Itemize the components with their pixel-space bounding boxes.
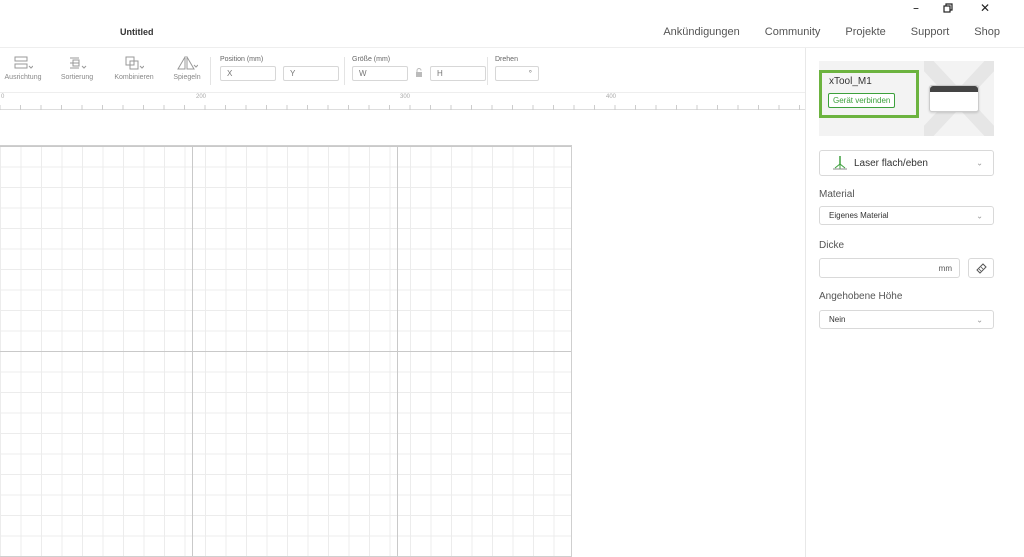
horizontal-ruler: 0 200 300 400 <box>0 93 805 110</box>
measure-icon <box>975 262 987 274</box>
measure-thickness-button[interactable] <box>968 258 994 278</box>
title-bar: – ✕ <box>0 0 1024 16</box>
nav-projects[interactable]: Projekte <box>845 26 885 38</box>
mirror-tool[interactable]: Spiegeln <box>168 52 206 81</box>
toolbar-divider <box>487 57 488 85</box>
raised-height-label: Angehobene Höhe <box>819 291 903 302</box>
ruler-label-400: 400 <box>606 94 617 100</box>
ruler-label-200: 200 <box>196 94 207 100</box>
close-icon[interactable]: ✕ <box>970 0 1000 16</box>
toolbar-divider <box>344 57 345 85</box>
chevron-down-icon: ⌄ <box>976 315 983 324</box>
position-x-input[interactable] <box>220 66 276 81</box>
position-group: Position (mm) <box>220 56 339 81</box>
ruler-label-300: 300 <box>400 94 411 100</box>
rotate-group: Drehen <box>495 56 539 81</box>
toolbar: Ausrichtung Sortierung Kombinieren Spieg… <box>0 48 805 93</box>
raised-height-value: Nein <box>829 315 846 324</box>
mirror-icon <box>168 52 206 74</box>
align-tool[interactable]: Ausrichtung <box>0 52 46 81</box>
laser-mode-select[interactable]: Laser flach/eben ⌄ <box>819 150 994 176</box>
position-y-input[interactable] <box>283 66 339 81</box>
size-group: Größe (mm) <box>352 56 486 81</box>
device-highlight: xTool_M1 Gerät verbinden <box>819 70 919 118</box>
align-icon <box>0 52 46 74</box>
lock-ratio-icon[interactable] <box>415 68 423 79</box>
minimize-icon[interactable]: – <box>901 0 931 16</box>
chevron-down-icon: ⌄ <box>976 211 983 220</box>
sort-label: Sortierung <box>60 74 94 81</box>
ruler-label-0: 0 <box>1 94 5 100</box>
combine-icon <box>108 52 160 74</box>
material-value: Eigenes Material <box>829 211 889 220</box>
size-label: Größe (mm) <box>352 56 391 63</box>
right-panel: xTool_M1 Gerät verbinden Laser flach/ebe… <box>805 48 1024 557</box>
restore-icon[interactable] <box>933 0 963 16</box>
nav-announcements[interactable]: Ankündigungen <box>663 26 739 38</box>
material-select[interactable]: Eigenes Material ⌄ <box>819 206 994 225</box>
align-label: Ausrichtung <box>4 74 42 81</box>
laser-mode-value: Laser flach/eben <box>854 157 928 169</box>
top-navigation: Ankündigungen Community Projekte Support… <box>663 26 1000 38</box>
sort-tool[interactable]: Sortierung <box>56 52 98 81</box>
work-area-grid[interactable] <box>0 145 572 557</box>
thickness-input[interactable]: mm <box>819 258 960 278</box>
connect-device-button[interactable]: Gerät verbinden <box>828 93 896 108</box>
menu-row: Untitled Ankündigungen Community Projekt… <box>0 18 1024 48</box>
combine-label: Kombinieren <box>114 74 154 81</box>
sort-icon <box>56 52 98 74</box>
nav-community[interactable]: Community <box>765 26 821 38</box>
material-label: Material <box>819 189 855 200</box>
laser-icon <box>832 156 848 173</box>
rotate-label: Drehen <box>495 56 518 63</box>
size-h-input[interactable] <box>430 66 486 81</box>
canvas-area[interactable] <box>0 110 805 557</box>
chevron-down-icon: ⌄ <box>976 158 983 168</box>
combine-tool[interactable]: Kombinieren <box>108 52 160 81</box>
document-title: Untitled <box>120 27 154 37</box>
toolbar-divider <box>210 57 211 85</box>
nav-support[interactable]: Support <box>911 26 950 38</box>
device-image <box>929 85 979 112</box>
nav-shop[interactable]: Shop <box>974 26 1000 38</box>
size-w-input[interactable] <box>352 66 408 81</box>
device-name: xTool_M1 <box>829 76 872 87</box>
mirror-label: Spiegeln <box>173 74 201 81</box>
thickness-unit: mm <box>938 264 952 273</box>
device-card: xTool_M1 Gerät verbinden <box>819 61 994 136</box>
thickness-label: Dicke <box>819 240 845 251</box>
position-label: Position (mm) <box>220 56 264 63</box>
raised-height-select[interactable]: Nein ⌄ <box>819 310 994 329</box>
rotate-input[interactable] <box>495 66 539 81</box>
